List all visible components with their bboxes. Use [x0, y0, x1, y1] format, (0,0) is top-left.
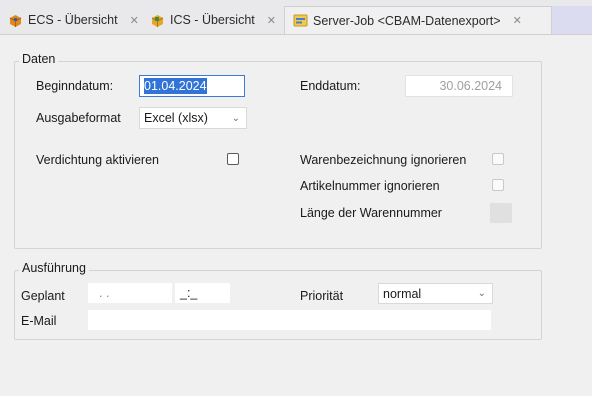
- tab-strip: ECS - Übersicht ✕ ICS - Übersicht ✕ Serv…: [0, 0, 592, 35]
- laenge-field[interactable]: [490, 203, 512, 223]
- geplant-date-input[interactable]: . .: [88, 283, 172, 303]
- geplant-label: Geplant: [21, 289, 65, 303]
- chevron-down-icon: ⌄: [477, 288, 486, 299]
- email-label: E-Mail: [21, 314, 57, 328]
- enddatum-input[interactable]: 30.06.2024: [405, 75, 513, 97]
- ausgabeformat-select[interactable]: Excel (xlsx) ⌄: [139, 107, 247, 129]
- verdichtung-label: Verdichtung aktivieren: [36, 153, 159, 167]
- chevron-down-icon: ⌄: [231, 112, 240, 124]
- beginndatum-value: 01.04.2024: [144, 78, 207, 94]
- ics-app-icon: [150, 13, 165, 28]
- tab-label: ECS - Übersicht: [28, 13, 118, 27]
- artikelnummer-checkbox[interactable]: [492, 179, 504, 191]
- tab-strip-filler: [552, 6, 592, 34]
- ausgabeformat-value: Excel (xlsx): [144, 111, 208, 125]
- warenbezeichnung-label: Warenbezeichnung ignorieren: [300, 153, 467, 167]
- prioritaet-value: normal: [383, 286, 422, 301]
- tab-server-job[interactable]: Server-Job <CBAM-Datenexport> ✕: [284, 6, 552, 34]
- geplant-date-value: . .: [99, 286, 110, 300]
- close-icon[interactable]: ✕: [267, 14, 276, 27]
- enddatum-label: Enddatum:: [300, 79, 361, 93]
- server-job-icon: [293, 13, 308, 28]
- tab-label: Server-Job <CBAM-Datenexport>: [313, 13, 501, 28]
- daten-group-title: Daten: [19, 52, 59, 66]
- laenge-label: Länge der Warennummer: [300, 206, 442, 220]
- prioritaet-label: Priorität: [300, 289, 344, 303]
- prioritaet-select[interactable]: normal ⌄: [378, 283, 493, 304]
- verdichtung-checkbox[interactable]: [227, 153, 239, 165]
- beginndatum-label: Beginndatum:: [36, 79, 114, 93]
- tab-ecs-uebersicht[interactable]: ECS - Übersicht ✕: [8, 6, 139, 34]
- geplant-time-value: _:_: [180, 286, 198, 300]
- email-input[interactable]: [88, 310, 491, 330]
- geplant-time-input[interactable]: _:_: [175, 283, 230, 303]
- enddatum-value: 30.06.2024: [439, 79, 502, 93]
- warenbezeichnung-checkbox[interactable]: [492, 153, 504, 165]
- ausgabeformat-label: Ausgabeformat: [36, 111, 121, 125]
- tab-label: ICS - Übersicht: [170, 13, 255, 27]
- ecs-app-icon: [8, 13, 23, 28]
- ausfuehrung-group-title: Ausführung: [19, 261, 89, 275]
- close-icon[interactable]: ✕: [513, 14, 522, 27]
- close-icon[interactable]: ✕: [130, 14, 139, 27]
- artikelnummer-label: Artikelnummer ignorieren: [300, 179, 440, 193]
- tab-ics-uebersicht[interactable]: ICS - Übersicht ✕: [150, 6, 276, 34]
- beginndatum-input[interactable]: 01.04.2024: [139, 75, 245, 97]
